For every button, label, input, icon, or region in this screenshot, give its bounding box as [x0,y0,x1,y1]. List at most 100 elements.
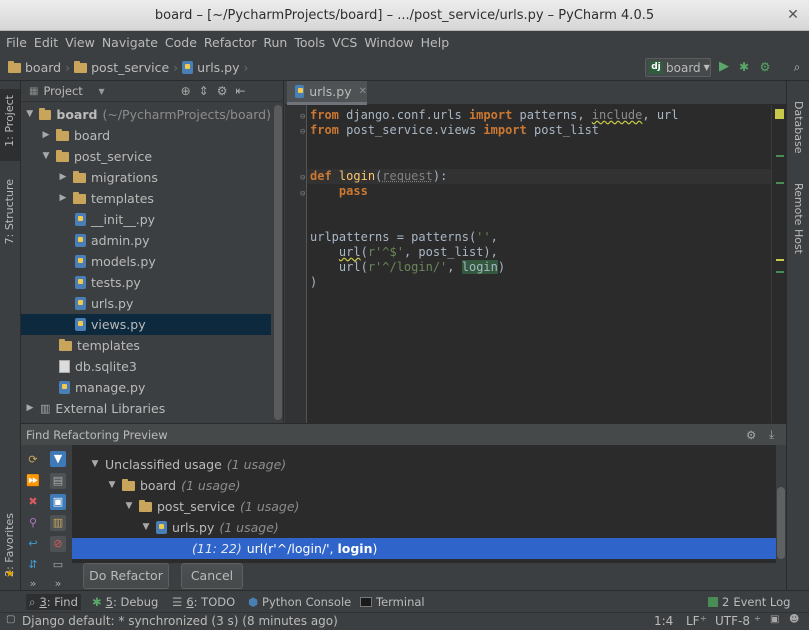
menu-run[interactable]: Run [261,35,292,50]
result-usage-row[interactable]: (11: 22) url(r'^/login/', login) [72,538,776,559]
project-view-label[interactable]: Project [43,84,98,98]
fold-icon[interactable]: ⊖ [300,127,305,137]
collapsed-arrow-icon[interactable]: ▶ [25,398,35,419]
do-refactor-button[interactable]: Do Refactor [83,563,169,589]
tree-item-db-sqlite3[interactable]: db.sqlite3 [21,356,271,377]
result-group-post-service[interactable]: ▼ post_service (1 usage) [124,496,300,517]
menu-file[interactable]: File [4,35,32,50]
collapsed-arrow-icon[interactable]: ▶ [41,125,51,146]
tab-structure[interactable]: 7: Structure [3,179,16,244]
exclude-icon[interactable]: ⊘ [50,536,66,552]
tree-item-models-py[interactable]: models.py [21,251,271,272]
event-log-button[interactable]: 2 Event Log [708,594,790,610]
expanded-arrow-icon[interactable]: ▼ [107,475,117,496]
chevron-down-icon[interactable]: ÷ [700,614,707,623]
tool-python-console[interactable]: ⬢ Python Console [248,594,351,610]
menu-navigate[interactable]: Navigate [100,35,163,50]
fold-icon[interactable]: ⊖ [300,112,305,122]
tab-remote-host[interactable]: Remote Host [792,183,805,254]
project-scrollbar[interactable] [274,105,282,420]
run-configuration-select[interactable]: dj board ▼ [645,58,711,77]
coverage-icon[interactable]: ⚙ [758,60,772,74]
tab-project[interactable]: 1: Project [3,95,16,147]
tree-item-board-root[interactable]: ▼ board (~/PycharmProjects/board) [21,104,271,125]
tree-item-templates-inner[interactable]: ▶ templates [21,188,271,209]
inspector-icon[interactable]: ☻ [789,614,799,625]
breadcrumb-post-service[interactable]: post_service [91,59,169,76]
tree-item-templates[interactable]: templates [21,335,271,356]
gear-icon[interactable]: ⚙ [217,84,228,98]
pin-icon[interactable]: ⚲ [25,515,41,531]
tree-item-post-service[interactable]: ▼ post_service [21,146,271,167]
menu-refactor[interactable]: Refactor [202,35,261,50]
result-group-unclassified[interactable]: ▼ Unclassified usage (1 usage) [90,454,287,475]
collapse-icon[interactable]: ⇵ [25,557,41,573]
hide-panel-icon[interactable]: ⤓ [769,427,774,442]
tool-debug[interactable]: ✱ 5: Debug [92,594,158,610]
group-by-directory-icon[interactable]: ▥ [50,515,66,531]
tool-find[interactable]: ⌕ 3: Find [26,594,81,610]
rerun-icon[interactable]: ⟳ [25,452,41,468]
menu-edit[interactable]: Edit [32,35,63,50]
find-scrollbar-thumb[interactable] [777,487,785,559]
fold-icon[interactable]: ⊖ [300,189,305,199]
tree-item-init-py[interactable]: __init__.py [21,209,271,230]
menu-tools[interactable]: Tools [292,35,330,50]
group-icon[interactable]: ▤ [50,473,66,489]
tree-item-migrations[interactable]: ▶ migrations [21,167,271,188]
hide-panel-icon[interactable]: ⇤ [236,84,246,98]
tool-todo[interactable]: ☰ 6: TODO [172,594,235,610]
filter-icon[interactable]: ▼ [50,451,66,467]
previous-occurrence-icon[interactable]: ↩ [25,536,41,552]
collapsed-arrow-icon[interactable]: ▶ [58,188,68,209]
stripe-mark[interactable] [776,271,784,273]
cancel-button[interactable]: Cancel [181,563,243,589]
breadcrumb-urls-py[interactable]: urls.py [197,59,239,76]
tree-item-manage-py[interactable]: manage.py [21,377,271,398]
tool-terminal[interactable]: Terminal [360,594,425,610]
menu-vcs[interactable]: VCS [330,35,362,50]
result-group-board[interactable]: ▼ board (1 usage) [107,475,241,496]
menu-window[interactable]: Window [362,35,418,50]
lock-icon[interactable]: ▣ [770,614,779,625]
expanded-arrow-icon[interactable]: ▼ [124,496,134,517]
tree-item-board[interactable]: ▶ board [21,125,271,146]
menu-view[interactable]: View [63,35,100,50]
search-everywhere-icon[interactable]: ⌕ [790,60,804,74]
tree-item-external-libraries[interactable]: ▶ ▥ External Libraries [21,398,271,419]
tree-item-admin-py[interactable]: admin.py [21,230,271,251]
result-group-urls-py[interactable]: ▼ urls.py (1 usage) [141,517,279,538]
tab-urls-py[interactable]: urls.py ✕ [287,81,367,105]
fold-icon[interactable]: ⊖ [300,173,305,183]
tree-item-urls-py[interactable]: urls.py [21,293,271,314]
code-editor[interactable]: ⊖ ⊖ ⊖ ⊖ from django.conf.urls import pat… [285,105,786,423]
caret-position[interactable]: 1:4 [654,614,673,628]
expanded-arrow-icon[interactable]: ▼ [25,104,34,125]
group-by-module-icon[interactable]: ▣ [50,494,66,510]
run-icon[interactable]: ▶ [717,60,731,74]
scroll-from-source-icon[interactable]: ⊕ [181,84,191,98]
expand-all-icon[interactable]: ⏩ [25,473,41,489]
tree-item-tests-py[interactable]: tests.py [21,272,271,293]
expanded-arrow-icon[interactable]: ▼ [41,146,51,167]
debug-icon[interactable]: ✱ [737,60,751,74]
expanded-arrow-icon[interactable]: ▼ [141,517,151,538]
breadcrumb-board[interactable]: board [25,59,61,76]
editor-error-stripe[interactable] [771,105,786,423]
collapsed-arrow-icon[interactable]: ▶ [58,167,68,188]
line-separator[interactable]: LF [686,614,700,628]
warning-status-icon[interactable] [775,109,784,119]
stripe-mark[interactable] [776,259,784,261]
preview-icon[interactable]: ▭ [50,557,66,573]
menu-code[interactable]: Code [163,35,202,50]
collapse-all-icon[interactable]: ⇕ [199,84,209,98]
menu-help[interactable]: Help [419,35,455,50]
status-icon[interactable]: ▢ [6,614,15,625]
chevron-down-icon[interactable]: ▼ [98,87,104,96]
close-window-button[interactable]: ✕ [785,7,801,23]
close-tab-icon[interactable]: ✕ [359,86,367,97]
stripe-mark[interactable] [776,182,784,184]
close-icon[interactable]: ✖ [25,494,41,510]
chevron-down-icon[interactable]: ÷ [754,614,761,623]
file-encoding[interactable]: UTF-8 [715,614,750,628]
